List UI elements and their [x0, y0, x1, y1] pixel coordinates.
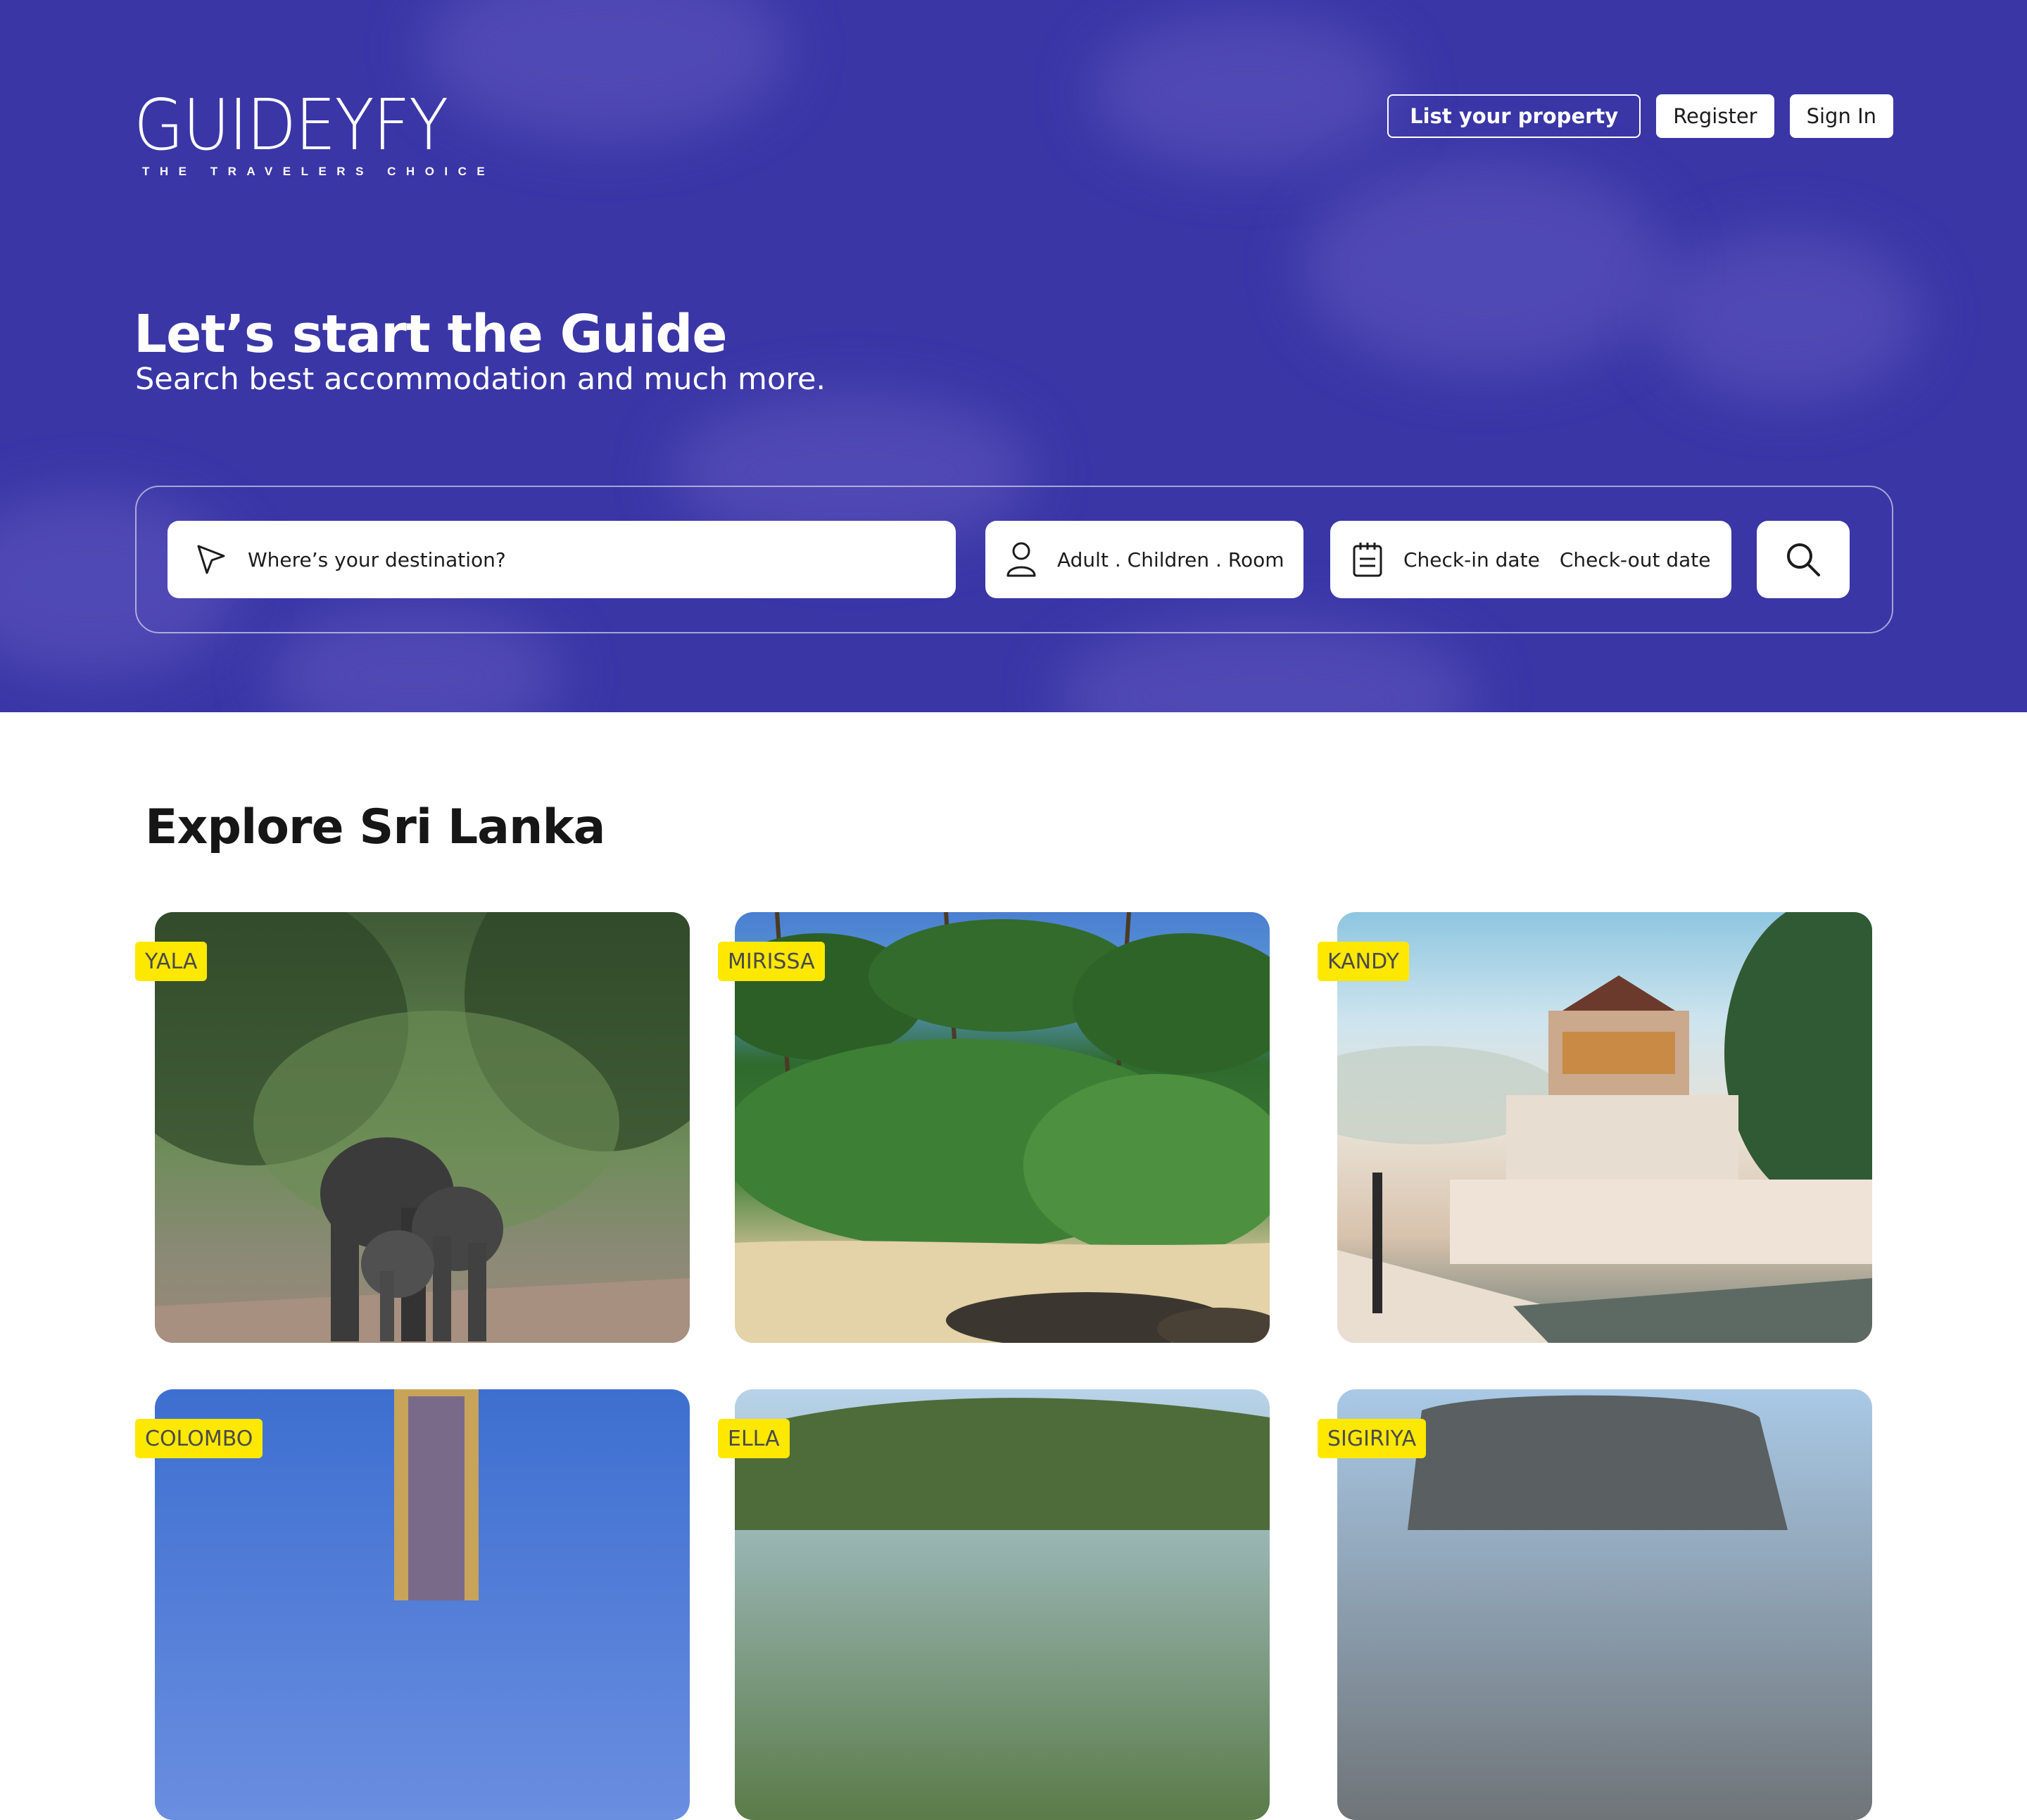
cloud-decoration: [1302, 162, 1668, 373]
cloud-decoration: [1654, 232, 1921, 401]
top-nav: List your property Register Sign In: [1387, 94, 1893, 138]
destination-tag: YALA: [135, 942, 208, 981]
destination-tag: ELLA: [718, 1419, 790, 1458]
kandy-photo: [1337, 912, 1872, 1343]
hero-title: Let’s start the Guide: [134, 304, 728, 365]
calendar-icon: [1353, 543, 1382, 577]
logo-tagline: THE TRAVELERS CHOICE: [142, 165, 495, 178]
register-button[interactable]: Register: [1656, 94, 1774, 138]
brand-logo[interactable]: GUIDEYFY THE TRAVELERS CHOICE: [134, 84, 485, 182]
search-button[interactable]: [1757, 521, 1850, 598]
cloud-decoration: [1091, 14, 1401, 169]
destination-tag: SIGIRIYA: [1318, 1419, 1427, 1458]
list-property-button[interactable]: List your property: [1387, 94, 1641, 138]
destination-card-yala[interactable]: [155, 912, 690, 1343]
hero-banner: GUIDEYFY THE TRAVELERS CHOICE List your …: [0, 0, 2027, 712]
section-title: Explore Sri Lanka: [145, 800, 606, 855]
yala-photo: [155, 912, 690, 1343]
search-panel: Where’s your destination? Adult . Childr…: [135, 486, 1893, 633]
destination-tag: MIRISSA: [718, 942, 825, 981]
person-icon: [1006, 542, 1036, 577]
checkout-label[interactable]: Check-out date: [1560, 548, 1711, 571]
destination-tag: COLOMBO: [135, 1419, 263, 1458]
ella-photo: [735, 1398, 1270, 1530]
sign-in-button[interactable]: Sign In: [1789, 94, 1893, 138]
date-picker[interactable]: Check-in date Check-out date: [1330, 521, 1731, 598]
hero-subtitle: Search best accommodation and much more.: [135, 362, 826, 397]
destination-card-ella[interactable]: [735, 1389, 1270, 1820]
destination-card-kandy[interactable]: [1337, 912, 1872, 1343]
location-arrow-icon: [197, 545, 225, 574]
destination-input[interactable]: Where’s your destination?: [168, 521, 956, 598]
cloud-decoration: [422, 0, 788, 141]
guests-label: Adult . Children . Room: [1057, 548, 1284, 571]
logo-wordmark: GUIDEYFY: [134, 84, 448, 166]
checkin-label[interactable]: Check-in date: [1403, 548, 1540, 571]
destination-placeholder: Where’s your destination?: [248, 548, 506, 571]
search-icon: [1787, 543, 1820, 576]
destination-tag: KANDY: [1318, 942, 1409, 981]
guests-selector[interactable]: Adult . Children . Room: [985, 521, 1303, 598]
